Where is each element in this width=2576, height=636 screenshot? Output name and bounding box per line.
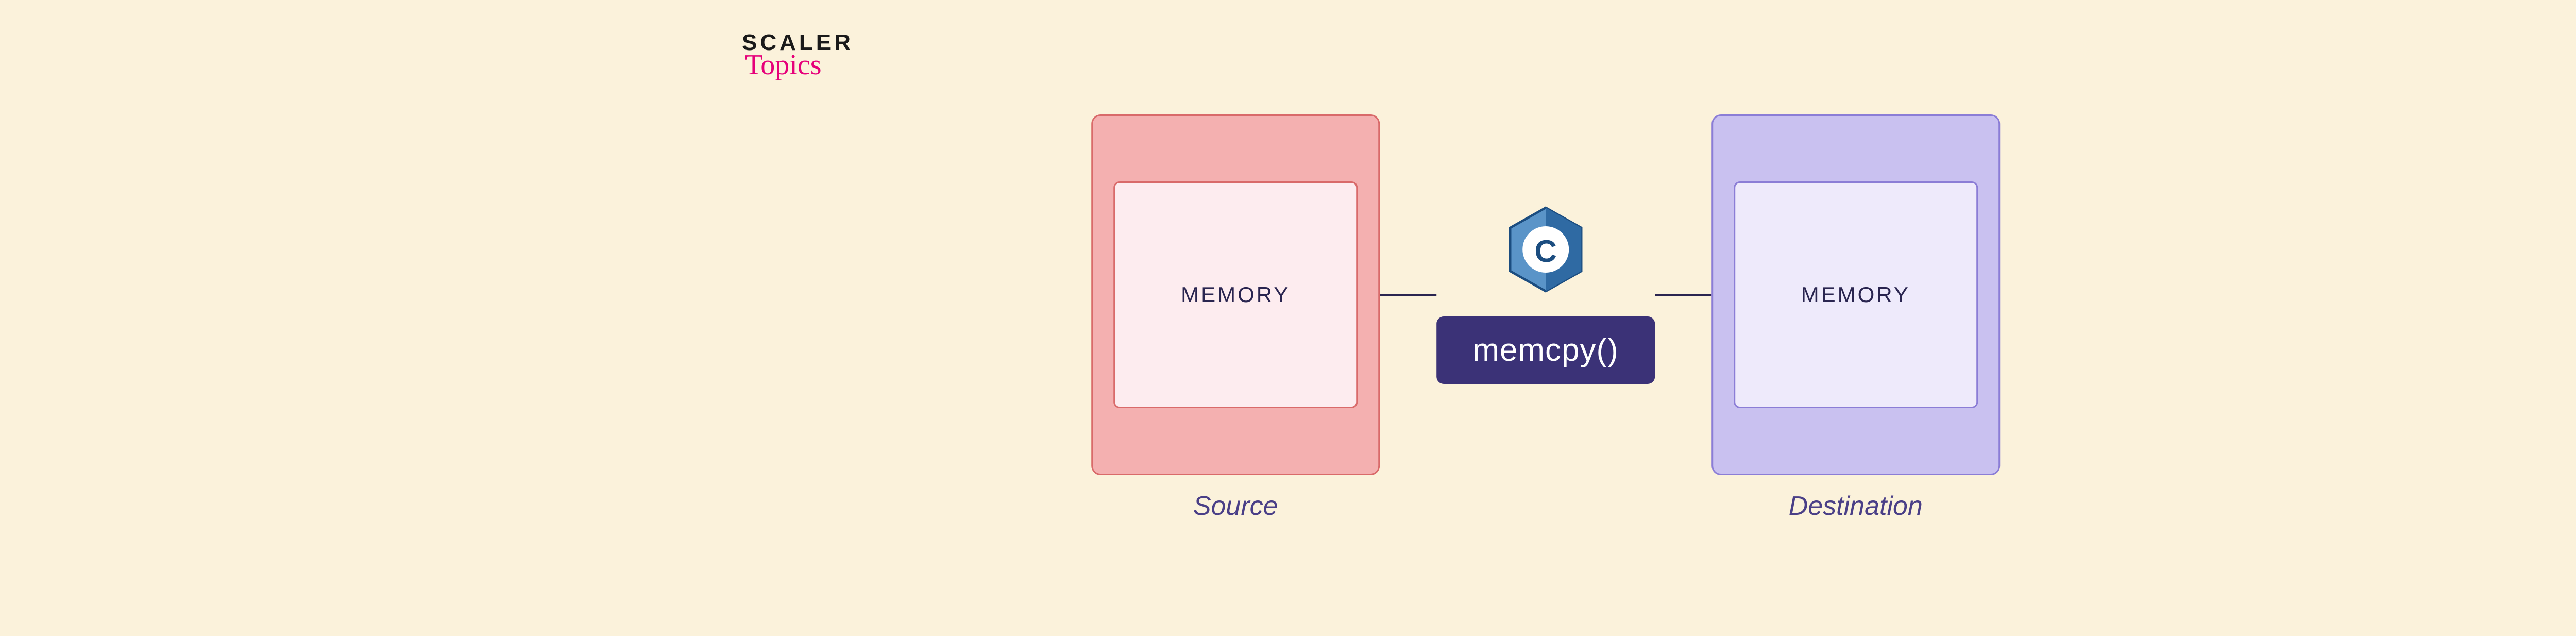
destination-block: MEMORY (1711, 114, 2000, 475)
center-column: C memcpy() (1436, 206, 1655, 384)
logo-line2: Topics (745, 48, 822, 81)
destination-caption: Destination (1789, 491, 1923, 522)
source-block-wrap: MEMORY Source (1091, 114, 1380, 522)
destination-memory-box: MEMORY (1734, 181, 1978, 408)
source-memory-label: MEMORY (1181, 282, 1290, 307)
c-language-icon: C (1507, 206, 1584, 296)
source-caption: Source (1193, 491, 1278, 522)
c-letter: C (1534, 234, 1556, 269)
diagram-canvas: SCALER Topics MEMORY Source C (0, 0, 2576, 636)
function-label: memcpy() (1472, 332, 1619, 368)
connector-right (1655, 294, 1711, 296)
function-box: memcpy() (1436, 316, 1655, 384)
source-memory-box: MEMORY (1113, 181, 1358, 408)
memcpy-diagram: MEMORY Source C memcpy() (1091, 114, 2000, 522)
source-block: MEMORY (1091, 114, 1380, 475)
scaler-topics-logo: SCALER Topics (742, 30, 854, 81)
destination-memory-label: MEMORY (1801, 282, 1910, 307)
destination-block-wrap: MEMORY Destination (1711, 114, 2000, 522)
connector-left (1380, 294, 1436, 296)
